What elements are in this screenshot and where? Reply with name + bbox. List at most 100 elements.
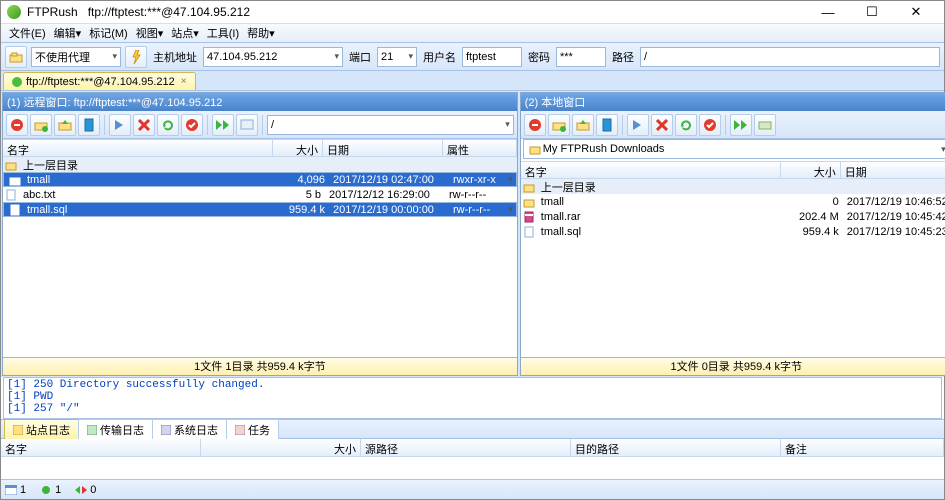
separator [622, 115, 623, 135]
file-attr: rw-r--r-- [449, 204, 494, 216]
menu-site[interactable]: 站点▾ [167, 25, 203, 41]
connection-toolbar: 不使用代理 主机地址 47.104.95.212 端口 21 用户名 密码 路径 [1, 43, 944, 71]
local-status: 1文件 0目录 共959.4 k字节 [521, 357, 945, 375]
maximize-button[interactable]: ☐ [850, 1, 894, 23]
tab-transfer-log[interactable]: 传输日志 [78, 419, 153, 440]
refresh-button[interactable] [157, 114, 179, 136]
col-date[interactable]: 日期 [323, 140, 443, 156]
local-pane-header: (2) 本地窗口 [521, 93, 945, 111]
file-row[interactable]: tmall.rar202.4 M2017/12/19 10:45:42 [521, 209, 945, 224]
tab-system-log[interactable]: 系统日志 [152, 419, 227, 440]
queue-button[interactable] [730, 114, 752, 136]
col-attr[interactable]: 属性 [443, 140, 517, 156]
queue-list[interactable] [1, 457, 944, 479]
close-button[interactable]: ✕ [894, 1, 938, 23]
transfer-button[interactable] [109, 114, 131, 136]
qcol-size[interactable]: 大小 [201, 439, 361, 456]
password-input[interactable] [556, 47, 606, 67]
delete-button[interactable] [651, 114, 673, 136]
tab-site-log[interactable]: 站点日志 [4, 419, 79, 440]
user-label: 用户名 [421, 49, 458, 65]
file-row[interactable]: tmall.sql959.4 k2017/12/19 00:00:00rw-r-… [3, 202, 517, 217]
bottom-tab-bar: 站点日志 传输日志 系统日志 任务 [1, 419, 944, 439]
file-row[interactable]: tmall4,0962017/12/19 02:47:00rwxr-xr-x [3, 172, 517, 187]
reconnect-button[interactable] [30, 114, 52, 136]
col-size[interactable]: 大小 [781, 162, 841, 178]
local-file-list[interactable]: 上一层目录 tmall02017/12/19 10:46:52tmall.rar… [521, 179, 945, 357]
up-dir-button[interactable] [572, 114, 594, 136]
menu-view[interactable]: 视图▾ [132, 25, 168, 41]
status-bar: 1 1 0 [1, 479, 944, 499]
transfer-button[interactable] [627, 114, 649, 136]
host-input[interactable]: 47.104.95.212 [203, 47, 343, 67]
bookmark-button[interactable] [78, 114, 100, 136]
col-date[interactable]: 日期 [841, 162, 945, 178]
connect-icon [40, 485, 52, 495]
up-dir-button[interactable] [54, 114, 76, 136]
remote-path-value: / [271, 119, 274, 131]
tab-tasks[interactable]: 任务 [226, 419, 279, 440]
disconnect-button[interactable] [524, 114, 546, 136]
minimize-button[interactable]: — [806, 1, 850, 23]
menu-help[interactable]: 帮助▾ [243, 25, 279, 41]
pass-label: 密码 [526, 49, 552, 65]
connected-icon [12, 77, 22, 87]
queue-button[interactable] [212, 114, 234, 136]
tab-label: 站点日志 [26, 422, 70, 438]
qcol-src[interactable]: 源路径 [361, 439, 571, 456]
port-label: 端口 [347, 49, 373, 65]
tab-label: 系统日志 [174, 422, 218, 438]
disconnect-button[interactable] [6, 114, 28, 136]
qcol-name[interactable]: 名字 [1, 439, 201, 456]
proxy-select[interactable]: 不使用代理 [31, 47, 121, 67]
abort-button[interactable] [699, 114, 721, 136]
title-bar: FTPRush ftp://ftptest:***@47.104.95.212 … [1, 1, 944, 23]
menu-file[interactable]: 文件(E) [5, 25, 50, 41]
delete-button[interactable] [133, 114, 155, 136]
qcol-remark[interactable]: 备注 [781, 439, 944, 456]
local-path-bar[interactable]: My FTPRush Downloads ▾ [523, 139, 945, 159]
open-button[interactable] [548, 114, 570, 136]
file-row[interactable]: abc.txt5 b2017/12/12 16:29:00rw-r--r-- [3, 187, 517, 202]
view-button[interactable] [236, 114, 258, 136]
log-icon [13, 425, 23, 435]
lightning-button[interactable] [125, 46, 147, 68]
session-tab[interactable]: ftp://ftptest:***@47.104.95.212 × [3, 72, 196, 90]
abort-button[interactable] [181, 114, 203, 136]
remote-columns: 名字 大小 日期 属性 [3, 139, 517, 157]
window-title: FTPRush ftp://ftptest:***@47.104.95.212 [27, 5, 806, 19]
file-name: tmall.sql [537, 226, 783, 238]
up-dir-row[interactable]: 上一层目录 [3, 157, 517, 172]
bookmark-button[interactable] [596, 114, 618, 136]
drive-button[interactable] [754, 114, 776, 136]
menu-tools[interactable]: 工具(I) [203, 25, 243, 41]
col-size[interactable]: 大小 [273, 140, 323, 156]
remote-file-list[interactable]: 上一层目录 tmall4,0962017/12/19 02:47:00rwxr-… [3, 157, 517, 357]
session-tab-close[interactable]: × [181, 76, 187, 87]
dropdown-icon[interactable]: ▾ [941, 144, 945, 155]
file-name: tmall.rar [537, 211, 783, 223]
log-panel[interactable]: [1] 250 Directory successfully changed. … [3, 377, 942, 419]
file-date: 2017/12/19 10:46:52 [843, 196, 945, 208]
col-name[interactable]: 名字 [521, 162, 781, 178]
updir-label: 上一层目录 [19, 157, 82, 173]
up-dir-row[interactable]: 上一层目录 [521, 179, 945, 194]
menu-mark[interactable]: 标记(M) [85, 25, 132, 41]
username-input[interactable] [462, 47, 522, 67]
remote-path-dropdown[interactable]: / [267, 115, 514, 135]
quick-connect-button[interactable] [5, 46, 27, 68]
file-date: 2017/12/12 16:29:00 [325, 189, 445, 201]
qcol-dst[interactable]: 目的路径 [571, 439, 781, 456]
path-input[interactable] [640, 47, 940, 67]
host-label: 主机地址 [151, 49, 199, 65]
file-name: abc.txt [19, 189, 275, 201]
file-row[interactable]: tmall.sql959.4 k2017/12/19 10:45:23 [521, 224, 945, 239]
refresh-button[interactable] [675, 114, 697, 136]
file-row[interactable]: tmall02017/12/19 10:46:52 [521, 194, 945, 209]
col-name[interactable]: 名字 [3, 140, 273, 156]
menu-edit[interactable]: 编辑▾ [50, 25, 86, 41]
transfer-icon [75, 485, 87, 495]
file-size: 0 [783, 196, 843, 208]
session-tab-label: ftp://ftptest:***@47.104.95.212 [26, 76, 175, 88]
port-input[interactable]: 21 [377, 47, 417, 67]
